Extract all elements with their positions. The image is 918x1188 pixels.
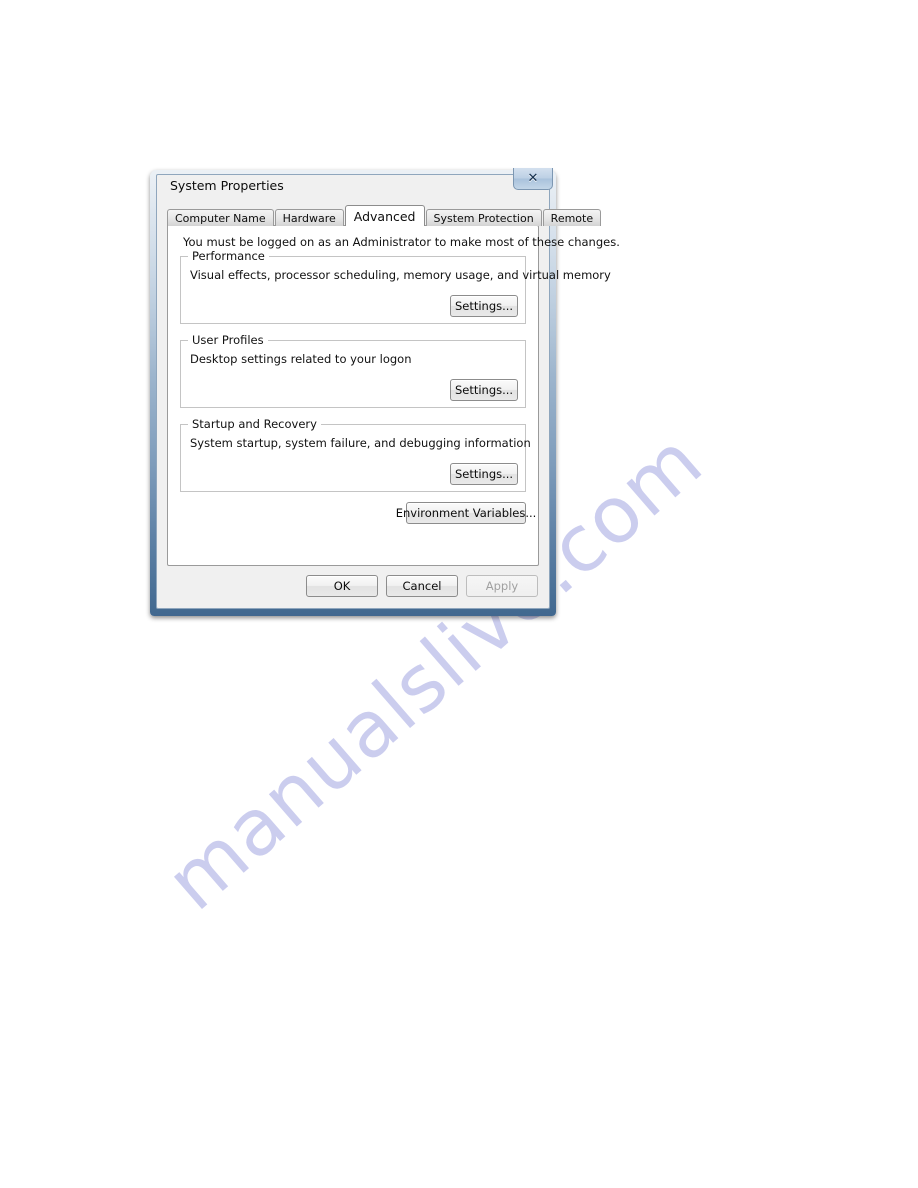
startup-recovery-settings-button[interactable]: Settings... bbox=[450, 463, 518, 485]
system-properties-window: System Properties ✕ Computer Name Hardwa… bbox=[150, 168, 620, 616]
group-performance: Performance Visual effects, processor sc… bbox=[180, 249, 611, 324]
button-label: Settings... bbox=[454, 467, 514, 481]
dialog-client-area: System Properties ✕ Computer Name Hardwa… bbox=[156, 168, 620, 609]
tab-label: Hardware bbox=[282, 211, 336, 225]
button-label: OK bbox=[333, 579, 351, 593]
tab-label: Remote bbox=[550, 211, 594, 225]
group-description: Desktop settings related to your logon bbox=[190, 352, 412, 366]
user-profiles-settings-button[interactable]: Settings... bbox=[450, 379, 518, 401]
tab-label: System Protection bbox=[433, 211, 534, 225]
button-label: Apply bbox=[485, 579, 519, 593]
dialog-command-row: OK Cancel Apply bbox=[306, 575, 538, 597]
tab-label: Computer Name bbox=[175, 211, 266, 225]
tab-label: Advanced bbox=[353, 208, 416, 224]
apply-button: Apply bbox=[466, 575, 538, 597]
administrator-notice: You must be logged on as an Administrato… bbox=[183, 235, 620, 249]
cancel-button[interactable]: Cancel bbox=[386, 575, 458, 597]
group-description: System startup, system failure, and debu… bbox=[190, 436, 531, 450]
window-title: System Properties bbox=[170, 178, 284, 193]
button-label: Settings... bbox=[454, 383, 514, 397]
group-legend: Startup and Recovery bbox=[188, 417, 321, 431]
advanced-tab-panel: You must be logged on as an Administrato… bbox=[167, 225, 620, 566]
button-label: Settings... bbox=[454, 299, 514, 313]
close-glyph: ✕ bbox=[527, 171, 539, 186]
tab-hardware[interactable]: Hardware bbox=[274, 209, 344, 226]
tab-remote[interactable]: Remote bbox=[542, 209, 602, 226]
tab-strip: Computer Name Hardware Advanced System P… bbox=[167, 205, 602, 226]
ok-button[interactable]: OK bbox=[306, 575, 378, 597]
tab-computer-name[interactable]: Computer Name bbox=[167, 209, 274, 226]
group-startup-and-recovery: Startup and Recovery System startup, sys… bbox=[180, 417, 531, 492]
group-description: Visual effects, processor scheduling, me… bbox=[190, 268, 611, 282]
group-user-profiles: User Profiles Desktop settings related t… bbox=[180, 333, 526, 408]
tab-system-protection[interactable]: System Protection bbox=[425, 209, 542, 226]
environment-variables-button[interactable]: Environment Variables... bbox=[396, 502, 536, 524]
button-label: Environment Variables... bbox=[395, 506, 537, 520]
button-label: Cancel bbox=[402, 579, 442, 593]
group-legend: User Profiles bbox=[188, 333, 268, 347]
close-icon[interactable]: ✕ bbox=[513, 168, 553, 190]
title-bar[interactable]: System Properties ✕ bbox=[157, 168, 553, 201]
tab-advanced[interactable]: Advanced bbox=[344, 205, 425, 226]
performance-settings-button[interactable]: Settings... bbox=[450, 295, 518, 317]
group-legend: Performance bbox=[188, 249, 269, 263]
